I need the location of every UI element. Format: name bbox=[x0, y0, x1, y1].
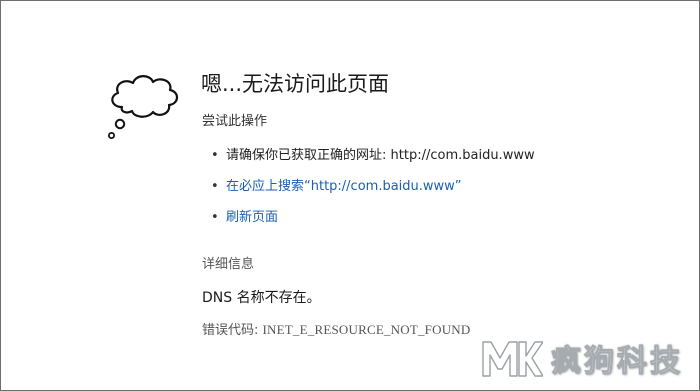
suggestion-refresh[interactable]: • 刷新页面 bbox=[211, 209, 535, 240]
suggestion-text: 请确保你已获取正确的网址: http://com.baidu.www bbox=[226, 148, 535, 163]
error-code-line: 错误代码: INET_E_RESOURCE_NOT_FOUND bbox=[202, 321, 470, 340]
refresh-page-link[interactable]: 刷新页面 bbox=[226, 210, 278, 225]
search-bing-link[interactable]: 在必应上搜索“http://com.baidu.www” bbox=[226, 179, 462, 194]
dns-error-message: DNS 名称不存在。 bbox=[202, 290, 321, 306]
error-code-value: INET_E_RESOURCE_NOT_FOUND bbox=[262, 322, 471, 337]
error-page: 嗯...无法访问此页面 尝试此操作 • 请确保你已获取正确的网址: http:/… bbox=[0, 0, 700, 391]
watermark: 疯狗科技 bbox=[481, 336, 683, 380]
bullet-icon: • bbox=[211, 210, 219, 225]
suggestion-search-bing[interactable]: • 在必应上搜索“http://com.baidu.www” bbox=[211, 178, 535, 209]
details-heading: 详细信息 bbox=[202, 257, 255, 272]
suggestion-list: • 请确保你已获取正确的网址: http://com.baidu.www • 在… bbox=[211, 147, 535, 240]
try-this-heading: 尝试此操作 bbox=[202, 114, 268, 129]
thought-cloud-icon bbox=[108, 75, 179, 140]
watermark-logo-icon bbox=[482, 341, 543, 377]
bullet-icon: • bbox=[211, 148, 219, 163]
watermark-text: 疯狗科技 bbox=[551, 344, 683, 380]
error-code-label: 错误代码: bbox=[202, 323, 263, 338]
suggestion-check-url: • 请确保你已获取正确的网址: http://com.baidu.www bbox=[211, 147, 535, 178]
bullet-icon: • bbox=[211, 179, 219, 194]
page-title: 嗯...无法访问此页面 bbox=[201, 72, 390, 96]
